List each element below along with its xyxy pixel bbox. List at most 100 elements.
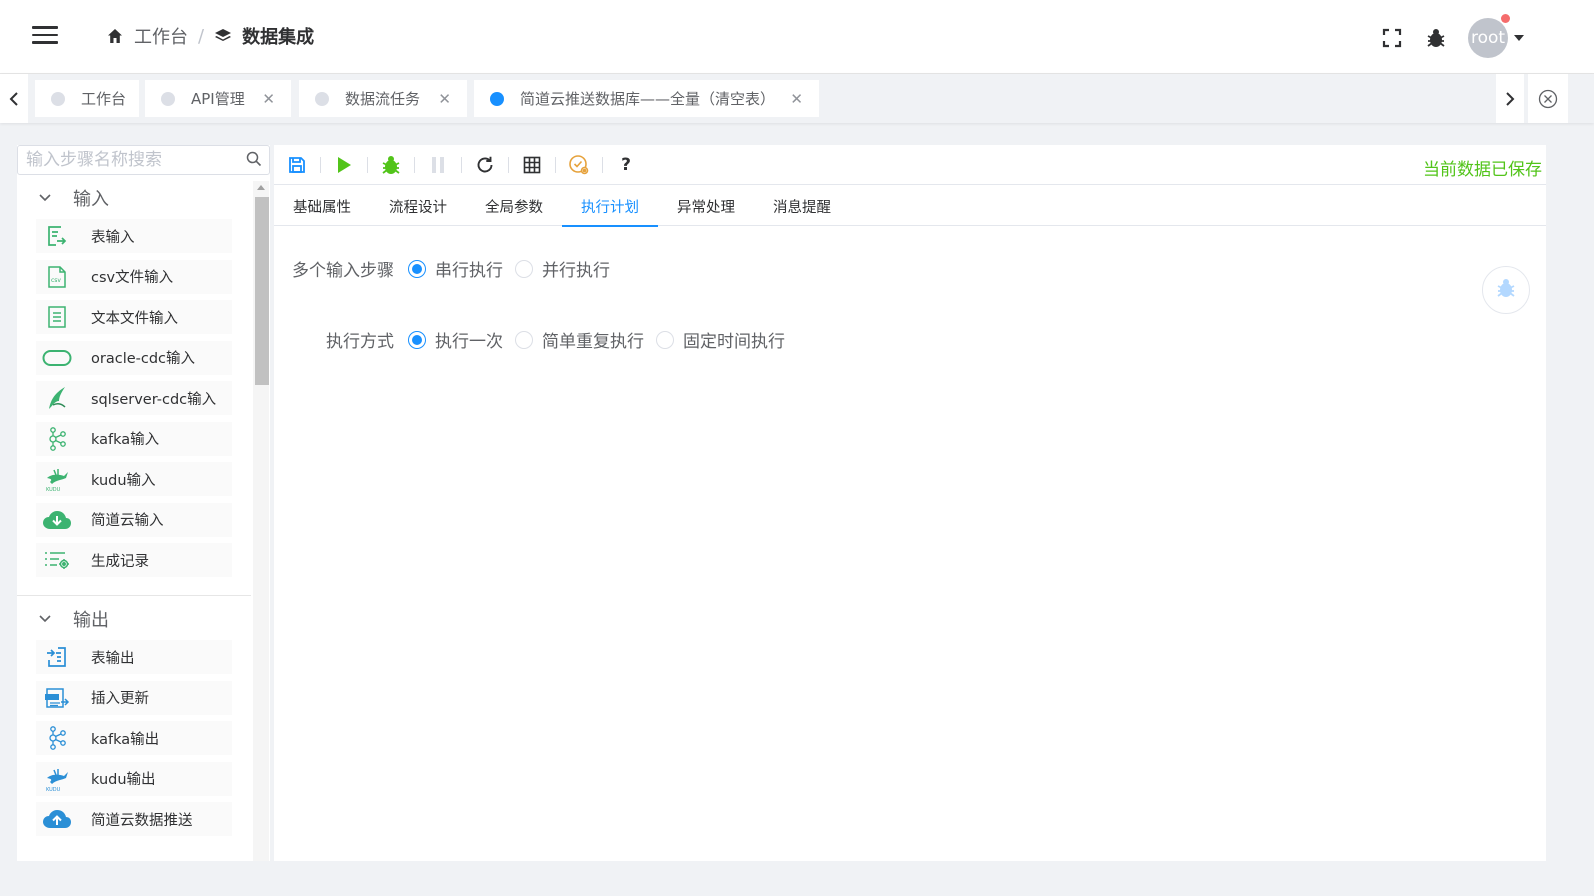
subtab-exception-handling[interactable]: 异常处理 [658,186,754,226]
pause-icon[interactable] [421,149,455,181]
tab-dataflow-tasks[interactable]: 数据流任务 ✕ [299,80,467,117]
exec-mode-row: 执行方式 执行一次 简单重复执行 固定时间执行 [274,327,797,352]
step-item-jiandaoyun-push[interactable]: 简道云数据推送 [36,802,232,836]
subtab-basic-properties[interactable]: 基础属性 [274,186,370,226]
oracle-icon [39,345,75,371]
menu-toggle-icon[interactable] [32,26,58,44]
step-item-table-input[interactable]: 表输入 [36,219,232,253]
tabs-scroll-right-icon[interactable] [1496,74,1524,123]
step-item-sqlserver-cdc-input[interactable]: sqlserver-cdc输入 [36,381,232,415]
radio-circle[interactable] [408,330,426,349]
help-icon[interactable]: ? [609,149,643,181]
close-all-tabs-icon[interactable] [1528,74,1568,123]
cloud-upload-icon [39,806,75,832]
step-item-insert-update[interactable]: 插入更新 [36,680,232,715]
radio-parallel-execution[interactable]: 并行执行 [515,256,610,281]
tabs-bar: 工作台 API管理 ✕ 数据流任务 ✕ 简道云推送数据库——全量（清空表） ✕ [0,74,1594,123]
search-icon[interactable] [246,151,262,171]
breadcrumb-separator: / [198,25,205,47]
generate-records-icon [39,547,75,573]
toolbar-separator [320,156,321,173]
step-label: 表输入 [91,229,135,246]
schedule-settings-icon[interactable] [562,149,596,181]
subtab-global-params[interactable]: 全局参数 [466,186,562,226]
tab-label: 数据流任务 [345,90,421,108]
svg-text:KUDU: KUDU [46,787,61,792]
exec-mode-label: 执行方式 [326,332,394,352]
debug-run-icon[interactable] [374,149,408,181]
radio-circle[interactable] [515,259,533,278]
step-item-jiandaoyun-input[interactable]: 简道云输入 [36,502,232,537]
table-input-icon [39,223,75,249]
chevron-down-icon [39,612,51,626]
tab-workbench[interactable]: 工作台 [35,80,139,117]
main-panel: ? 当前数据已保存 基础属性 流程设计 全局参数 执行计划 异常处理 消息提醒 … [274,145,1546,861]
refresh-icon[interactable] [468,149,502,181]
radio-fixed-time[interactable]: 固定时间执行 [656,327,785,352]
radio-circle[interactable] [515,330,533,349]
radio-simple-repeat[interactable]: 简单重复执行 [515,327,644,352]
radio-serial-execution[interactable]: 串行执行 [408,256,503,281]
step-item-generate-records[interactable]: 生成记录 [36,543,232,577]
step-item-kafka-output[interactable]: kafka输出 [36,721,232,755]
toolbar-separator [508,156,509,173]
fullscreen-icon[interactable] [1380,26,1404,50]
tab-jiandaoyun-push[interactable]: 简道云推送数据库——全量（清空表） ✕ [474,80,819,117]
group-input-header[interactable]: 输入 [17,177,251,219]
tab-status-dot [490,91,504,106]
floating-debug-button[interactable] [1482,266,1530,314]
palette-scrollbar[interactable] [253,181,269,861]
radio-circle[interactable] [408,259,426,278]
home-icon [106,27,126,45]
step-label: csv文件输入 [91,270,174,286]
subtab-flow-design[interactable]: 流程设计 [370,186,466,226]
step-item-table-output[interactable]: 表输出 [36,640,232,674]
step-item-oracle-cdc-input[interactable]: oracle-cdc输入 [36,340,232,375]
tab-label: 工作台 [81,90,127,108]
notification-dot [1501,14,1510,23]
avatar[interactable]: root [1468,14,1510,58]
scroll-up-icon[interactable] [257,185,265,190]
step-label: 文本文件输入 [91,310,178,327]
csv-file-icon: csv [39,264,75,290]
header-actions: root [1380,14,1524,58]
breadcrumb-home[interactable]: 工作台 [134,23,188,49]
config-tabs: 基础属性 流程设计 全局参数 执行计划 异常处理 消息提醒 [274,186,1546,227]
svg-text:csv: csv [51,277,61,284]
tab-close-icon[interactable]: ✕ [438,90,451,108]
radio-circle[interactable] [656,330,674,349]
toolbar-separator [367,156,368,173]
save-status-text: 当前数据已保存 [1423,160,1542,180]
tab-status-dot [315,91,329,106]
kudu-icon: KUDU [39,766,75,792]
step-item-text-input[interactable]: 文本文件输入 [36,300,232,334]
bug-icon[interactable] [1424,26,1448,50]
save-icon[interactable] [280,149,314,181]
avatar-text: root [1470,28,1506,48]
step-item-csv-input[interactable]: csv csv文件输入 [36,259,232,294]
group-output-header[interactable]: 输出 [17,598,251,640]
tabs-scroll-left-icon[interactable] [0,74,28,123]
tab-api-management[interactable]: API管理 ✕ [145,80,291,117]
step-search-input[interactable] [17,145,270,175]
subtab-message-alerts[interactable]: 消息提醒 [754,186,850,226]
step-item-kudu-output[interactable]: KUDU kudu输出 [36,761,232,796]
table-grid-icon[interactable] [515,149,549,181]
scrollbar-thumb[interactable] [255,197,269,385]
kafka-icon [39,426,75,452]
breadcrumb-current: 数据集成 [242,27,315,48]
radio-execute-once[interactable]: 执行一次 [408,327,503,352]
step-item-kudu-input[interactable]: KUDU kudu输入 [36,462,232,496]
subtab-execution-plan[interactable]: 执行计划 [562,186,658,227]
step-label: 插入更新 [91,691,149,707]
text-file-icon [39,304,75,330]
tab-close-icon[interactable]: ✕ [790,90,803,108]
multi-input-label: 多个输入步骤 [292,261,394,281]
group-title: 输入 [73,189,109,210]
user-dropdown-icon[interactable] [1514,35,1524,41]
run-icon[interactable] [327,149,361,181]
step-item-kafka-input[interactable]: kafka输入 [36,421,232,456]
top-header: 工作台 / 数据集成 root [0,0,1594,74]
tab-close-icon[interactable]: ✕ [262,90,275,108]
toolbar: ? 当前数据已保存 [274,145,1546,185]
